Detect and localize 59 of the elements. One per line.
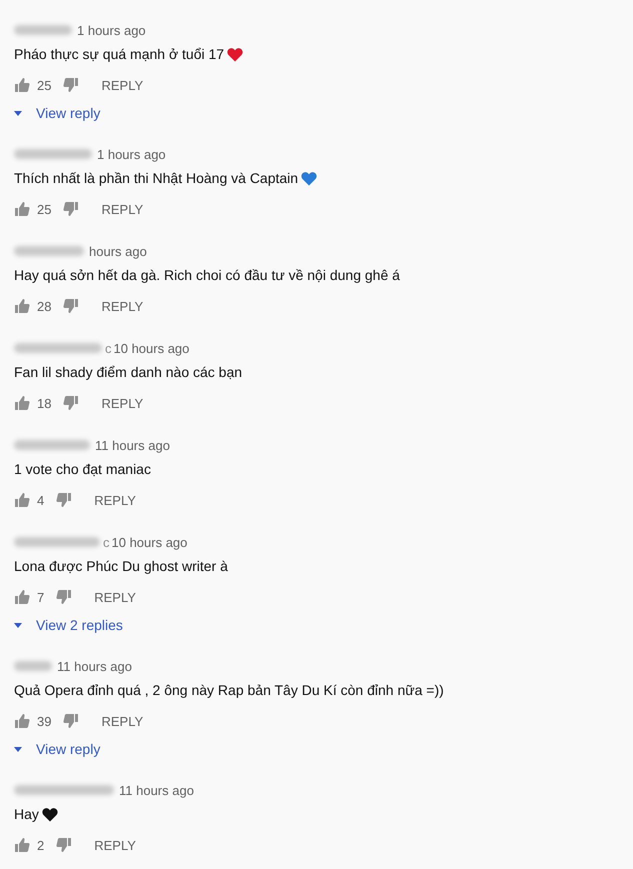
caret-icon xyxy=(14,746,22,752)
caret-icon xyxy=(14,110,22,116)
view-replies-button[interactable]: View reply xyxy=(14,102,100,124)
comment-time[interactable]: 10 hours ago xyxy=(114,340,190,356)
thumbs-up-icon[interactable] xyxy=(14,589,30,605)
comment-text: Hay xyxy=(14,806,39,822)
comment-time[interactable]: 11 hours ago xyxy=(57,658,132,674)
reply-button[interactable]: REPLY xyxy=(93,198,152,220)
reply-button[interactable]: REPLY xyxy=(86,586,144,608)
reply-button[interactable]: REPLY xyxy=(93,392,152,414)
like-count: 25 xyxy=(37,78,52,92)
like-count: 28 xyxy=(37,298,52,314)
view-replies-button[interactable]: View 2 replies xyxy=(14,614,123,636)
thumbs-up-icon[interactable] xyxy=(14,395,30,411)
comment-text: Hay quá sởn hết da gà. Rich choi có đầu tư về nội dung ghê á xyxy=(14,267,400,283)
comment-time[interactable]: 1 hours ago xyxy=(97,146,166,162)
reply-button[interactable]: REPLY xyxy=(93,294,152,318)
thumbs-down-icon[interactable] xyxy=(63,201,80,217)
caret-icon xyxy=(14,622,22,628)
thumbs-down-icon[interactable] xyxy=(63,395,80,411)
blurred-name xyxy=(14,25,72,35)
thumbs-up-icon[interactable] xyxy=(14,492,30,508)
like-count: 39 xyxy=(37,714,52,728)
comment-time[interactable]: 10 hours ago xyxy=(112,534,188,550)
thumbs-up-icon[interactable] xyxy=(14,298,30,314)
comment-text: Thích nhất là phần thi Nhật Hoàng và Captain xyxy=(14,170,298,186)
view-replies-button[interactable]: View reply xyxy=(14,738,100,760)
comment-time[interactable]: 11 hours ago xyxy=(119,782,194,798)
comment-time[interactable]: hours ago xyxy=(89,244,147,258)
comment-time[interactable]: 1 hours ago xyxy=(77,22,146,38)
blurred-name xyxy=(14,246,84,256)
like-count: 4 xyxy=(37,492,44,508)
thumbs-down-icon[interactable] xyxy=(56,492,72,508)
thumbs-down-icon[interactable] xyxy=(63,298,80,314)
like-count: 2 xyxy=(37,838,44,852)
thumbs-up-icon[interactable] xyxy=(14,837,30,853)
comment-text: Lona được Phúc Du ghost writer à xyxy=(14,558,228,574)
like-count: 25 xyxy=(37,202,52,216)
comment-text: Quả Opera đỉnh quá , 2 ông này Rap bản Tây Du Kí còn đỉnh nữa =)) xyxy=(14,682,444,698)
thumbs-up-icon[interactable] xyxy=(14,77,30,93)
thumbs-up-icon[interactable] xyxy=(14,201,30,217)
author-name[interactable]: c xyxy=(103,534,110,550)
thumbs-down-icon[interactable] xyxy=(63,77,80,93)
thumbs-down-icon[interactable] xyxy=(63,713,80,729)
reply-button[interactable]: REPLY xyxy=(86,834,144,856)
blurred-name xyxy=(14,661,52,671)
reply-button[interactable]: REPLY xyxy=(86,488,144,512)
thumbs-down-icon[interactable] xyxy=(56,589,72,605)
like-count: 18 xyxy=(37,396,52,410)
reply-button[interactable]: REPLY xyxy=(93,74,152,96)
thumbs-up-icon[interactable] xyxy=(14,713,30,729)
comment-text: 1 vote cho đạt maniac xyxy=(14,461,151,477)
reply-button[interactable]: REPLY xyxy=(93,710,152,732)
like-count: 7 xyxy=(37,590,44,604)
comment-text: Pháo thực sự quá mạnh ở tuổi 17 xyxy=(14,46,224,62)
author-name[interactable]: c xyxy=(105,340,112,356)
comment-text: Fan lil shady điểm danh nào các bạn xyxy=(14,364,242,380)
thumbs-down-icon[interactable] xyxy=(56,837,72,853)
comment-time[interactable]: 11 hours ago xyxy=(95,438,170,452)
